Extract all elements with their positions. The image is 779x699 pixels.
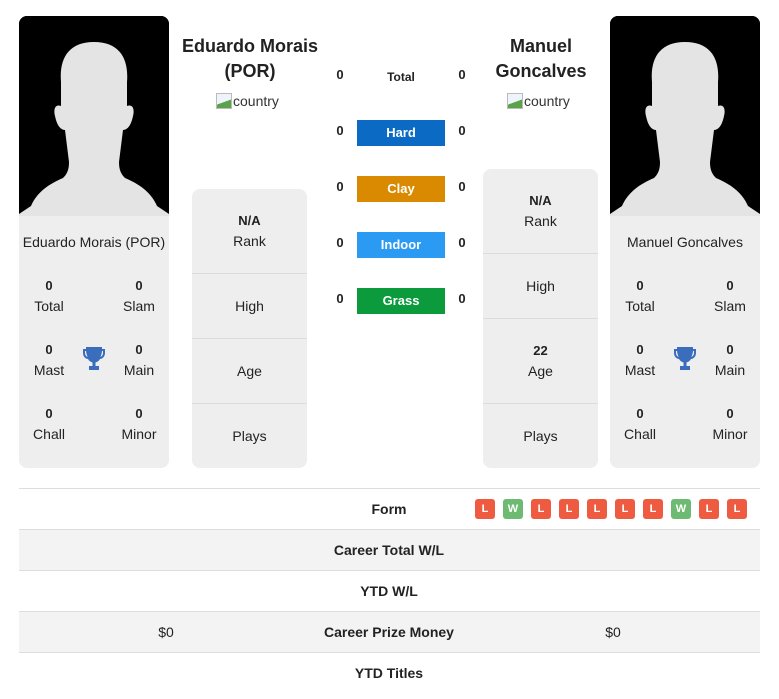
player1-minor-titles: 0 Minor xyxy=(121,406,157,442)
h2h-hard-p1: 0 xyxy=(336,123,344,138)
comparison-table: Form LWLLLLLWLL Career Total W/L YTD W/L… xyxy=(19,488,760,693)
form-badge-loss[interactable]: L xyxy=(475,499,495,519)
form-badge-loss[interactable]: L xyxy=(699,499,719,519)
player1-slam-titles: 0 Slam xyxy=(123,278,155,314)
player1-plays: Plays xyxy=(232,428,267,444)
avatar-silhouette-icon xyxy=(19,16,169,216)
player2-age: 22 Age xyxy=(483,319,598,404)
h2h-grass-p2: 0 xyxy=(458,291,466,306)
player2-high: High xyxy=(483,254,598,319)
h2h-clay-p2: 0 xyxy=(458,179,466,194)
player2-photo xyxy=(610,16,760,216)
surface-grass-badge: Grass xyxy=(357,288,445,314)
player2-mast-titles: 0 Mast xyxy=(624,342,656,378)
h2h-hard-p2: 0 xyxy=(458,123,466,138)
player2-rank: N/A Rank xyxy=(483,169,598,254)
avatar-silhouette-icon xyxy=(610,16,760,216)
form-badge-loss[interactable]: L xyxy=(643,499,663,519)
form-badge-win[interactable]: W xyxy=(503,499,523,519)
player2-titles-card: Manuel Goncalves 0 Total 0 Slam 0 Mast 0… xyxy=(610,216,760,468)
player1-info-panel: N/A Rank High Age Plays xyxy=(192,189,307,468)
player1-career-prize-money: $0 xyxy=(158,624,174,640)
ytd-wl-row: YTD W/L xyxy=(19,570,760,611)
career-total-wl-label: Career Total W/L xyxy=(333,542,445,558)
surface-indoor-badge: Indoor xyxy=(357,232,445,258)
h2h-indoor-p1: 0 xyxy=(336,235,344,250)
trophy-icon xyxy=(674,347,696,370)
player1-age: Age xyxy=(192,339,307,404)
career-prize-money-row: $0 Career Prize Money $0 xyxy=(19,611,760,652)
player2-name-link[interactable]: Manuel Goncalves xyxy=(466,34,616,84)
player1-name-link[interactable]: Eduardo Morais (POR) xyxy=(175,34,325,84)
ytd-wl-label: YTD W/L xyxy=(360,583,418,599)
form-badge-loss[interactable]: L xyxy=(559,499,579,519)
player2-chall-titles: 0 Chall xyxy=(624,406,656,442)
form-badge-loss[interactable]: L xyxy=(727,499,747,519)
player1-main-titles: 0 Main xyxy=(123,342,155,378)
player1-rank: N/A Rank xyxy=(192,189,307,274)
broken-image-icon xyxy=(216,93,232,109)
player2-info-panel: N/A Rank High 22 Age Plays xyxy=(483,169,598,468)
surface-clay-badge: Clay xyxy=(357,176,445,202)
form-badge-loss[interactable]: L xyxy=(615,499,635,519)
ytd-titles-row: YTD Titles xyxy=(19,652,760,693)
player1-total-titles: 0 Total xyxy=(34,278,64,314)
h2h-total-p1: 0 xyxy=(336,67,344,82)
trophy-icon xyxy=(83,347,105,370)
player1-titles-card: Eduardo Morais (POR) 0 Total 0 Slam 0 Ma… xyxy=(19,216,169,468)
player2-country-flag: country xyxy=(507,93,570,109)
player1-country-flag: country xyxy=(216,93,279,109)
player2-total-titles: 0 Total xyxy=(625,278,655,314)
player2-career-prize-money: $0 xyxy=(605,624,621,640)
form-row: Form LWLLLLLWLL xyxy=(19,488,760,529)
player2-minor-titles: 0 Minor xyxy=(712,406,748,442)
form-badge-loss[interactable]: L xyxy=(587,499,607,519)
player1-chall-titles: 0 Chall xyxy=(33,406,65,442)
career-prize-money-label: Career Prize Money xyxy=(324,624,454,640)
player2-main-titles: 0 Main xyxy=(714,342,746,378)
h2h-clay-p1: 0 xyxy=(336,179,344,194)
h2h-indoor-p2: 0 xyxy=(458,235,466,250)
h2h-grass-p1: 0 xyxy=(336,291,344,306)
player2-slam-titles: 0 Slam xyxy=(714,278,746,314)
player2-form-badges: LWLLLLLWLL xyxy=(475,499,747,519)
player1-photo xyxy=(19,16,169,216)
form-badge-loss[interactable]: L xyxy=(531,499,551,519)
career-total-wl-row: Career Total W/L xyxy=(19,529,760,570)
player2-card-name: Manuel Goncalves xyxy=(627,234,743,250)
form-label: Form xyxy=(371,501,407,517)
surface-total-label: Total xyxy=(387,70,415,84)
form-badge-win[interactable]: W xyxy=(671,499,691,519)
player2-plays: Plays xyxy=(523,428,558,444)
player1-mast-titles: 0 Mast xyxy=(33,342,65,378)
player1-card-name: Eduardo Morais (POR) xyxy=(22,234,166,250)
ytd-titles-label: YTD Titles xyxy=(354,665,424,681)
broken-image-icon xyxy=(507,93,523,109)
surface-hard-badge: Hard xyxy=(357,120,445,146)
player1-high: High xyxy=(192,274,307,339)
